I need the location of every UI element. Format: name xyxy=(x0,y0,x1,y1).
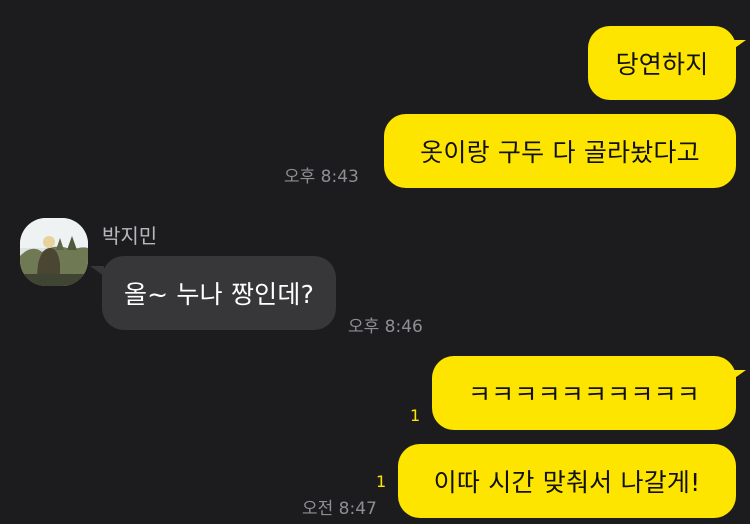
message-text: 올~ 누나 짱인데? xyxy=(123,280,315,309)
message-bubble-theirs[interactable]: 올~ 누나 짱인데? xyxy=(102,256,336,330)
message-bubble-mine[interactable]: 이따 시간 맞춰서 나갈게! xyxy=(398,444,736,518)
message-bubble-mine[interactable]: 옷이랑 구두 다 골라놨다고 xyxy=(384,114,736,188)
message-bubble-mine[interactable]: 당연하지 xyxy=(588,26,736,100)
avatar-photo xyxy=(20,218,88,286)
message-text: 옷이랑 구두 다 골라놨다고 xyxy=(420,138,700,167)
avatar[interactable] xyxy=(20,218,88,286)
unread-count: 1 xyxy=(376,472,387,491)
bubble-tail xyxy=(732,370,746,380)
message-bubble-mine[interactable]: ㅋㅋㅋㅋㅋㅋㅋㅋㅋㅋ xyxy=(432,356,736,430)
message-text: 이따 시간 맞춰서 나갈게! xyxy=(433,468,701,497)
message-timestamp: 오후 8:46 xyxy=(348,317,423,337)
bubble-tail xyxy=(732,40,746,50)
message-timestamp: 오후 8:43 xyxy=(284,167,359,187)
message-timestamp: 오전 8:47 xyxy=(302,499,377,519)
sender-name: 박지민 xyxy=(102,224,158,248)
unread-count: 1 xyxy=(410,406,421,425)
message-text: ㅋㅋㅋㅋㅋㅋㅋㅋㅋㅋ xyxy=(467,380,700,409)
message-text: 당연하지 xyxy=(615,50,709,79)
bubble-tail xyxy=(90,266,104,276)
